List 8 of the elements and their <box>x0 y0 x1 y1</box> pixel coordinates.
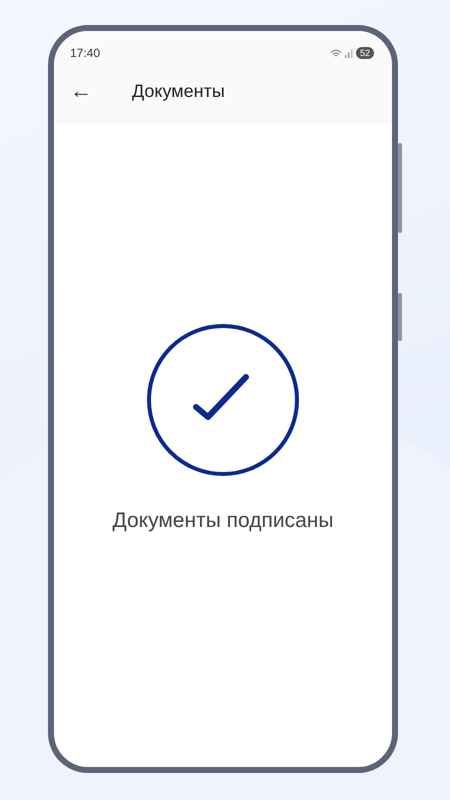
signal-icon <box>344 48 353 58</box>
screen-title: Документы <box>132 80 225 102</box>
wifi-icon <box>330 48 342 58</box>
back-button[interactable]: ← <box>66 78 96 104</box>
success-message: Документы подписаны <box>112 509 334 533</box>
battery-level: 52 <box>356 47 374 59</box>
check-circle-icon <box>146 323 300 477</box>
status-time: 17:40 <box>70 46 100 60</box>
